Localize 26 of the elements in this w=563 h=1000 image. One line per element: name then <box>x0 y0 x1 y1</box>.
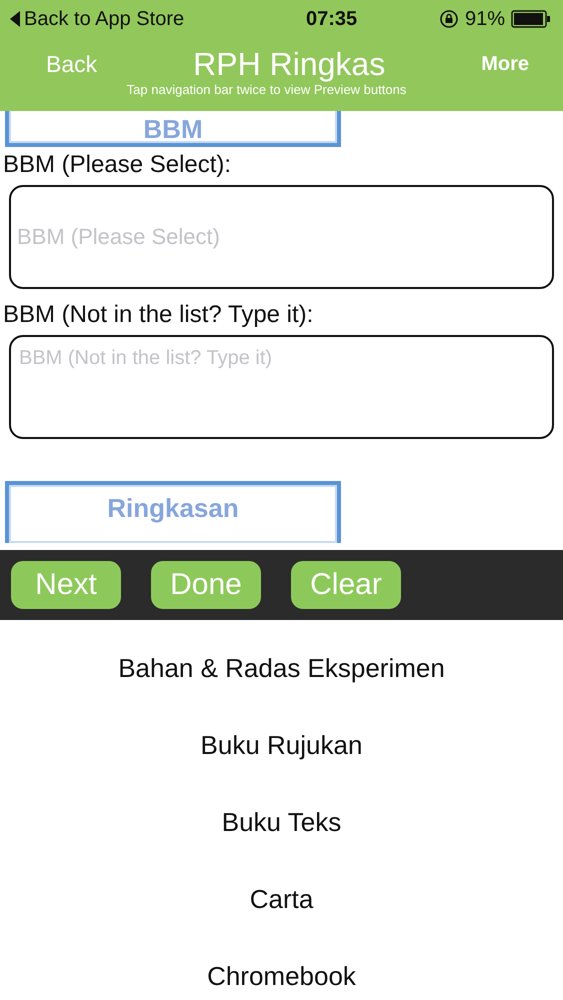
section-banner[interactable]: Ringkasan <box>5 481 341 543</box>
text-field[interactable]: BBM (Not in the list? Type it) <box>9 335 554 439</box>
select-field[interactable]: BBM (Please Select) <box>9 185 554 289</box>
screen-title: RPH Ringkas <box>193 46 386 82</box>
back-to-app-link[interactable]: Back to App Store <box>10 8 184 30</box>
back-arrow-icon <box>10 11 20 27</box>
section-banner[interactable]: BBM <box>5 111 341 147</box>
more-button[interactable]: More <box>475 52 535 76</box>
picker-option[interactable]: Carta <box>250 881 314 917</box>
hint-text: Tap navigation bar twice to view Preview buttons <box>126 82 408 97</box>
banner-text: BBM <box>143 115 203 143</box>
rotation-lock-icon <box>438 9 459 29</box>
toolbar-button[interactable]: Done <box>151 561 261 609</box>
clock-time: 07:35 <box>306 8 358 30</box>
back-button[interactable]: Back <box>40 50 104 78</box>
picker-option[interactable]: Bahan & Radas Eksperimen <box>118 650 445 686</box>
toolbar-button[interactable]: Clear <box>291 561 401 609</box>
picker-option[interactable]: Chromebook <box>207 958 356 994</box>
picker-option[interactable]: Buku Teks <box>222 804 342 840</box>
battery-percent: 91% <box>464 8 505 30</box>
field-label: BBM (Not in the list? Type it): <box>2 301 314 330</box>
battery-icon <box>510 10 551 28</box>
picker-option[interactable]: Buku Rujukan <box>200 727 362 763</box>
banner-text: Ringkasan <box>107 492 239 525</box>
toolbar-button[interactable]: Next <box>11 561 121 609</box>
field-label: BBM (Please Select): <box>2 151 232 180</box>
